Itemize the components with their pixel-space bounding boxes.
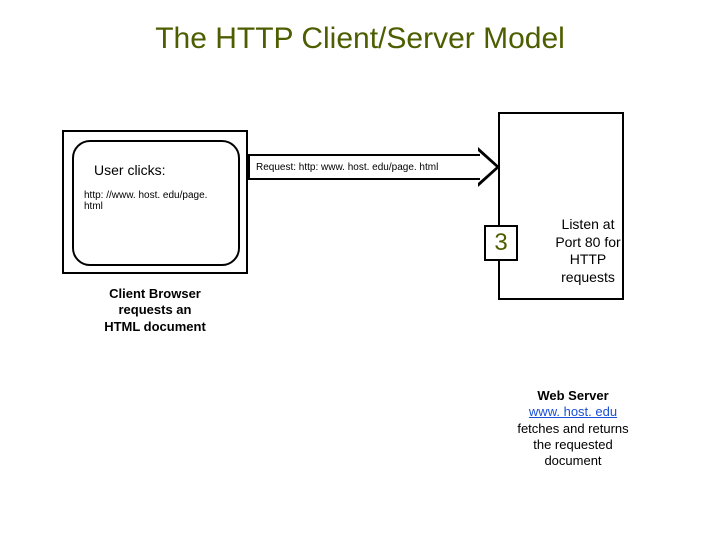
server-caption: Web Server www. host. edu fetches and re… <box>498 388 648 469</box>
listen-line: Port 80 for <box>540 234 636 252</box>
listen-line: Listen at <box>540 216 636 234</box>
clicked-url: http: //www. host. edu/page. html <box>84 190 228 212</box>
request-label: Request: http: www. host. edu/page. html <box>256 162 438 173</box>
server-caption-line: document <box>498 453 648 469</box>
step-badge-3: 3 <box>484 225 518 261</box>
client-caption: Client Browser requests an HTML document <box>62 286 248 335</box>
request-arrow: Request: http: www. host. edu/page. html <box>248 154 480 180</box>
server-caption-title: Web Server <box>498 388 648 404</box>
client-bubble: User clicks: http: //www. host. edu/page… <box>72 140 240 266</box>
listen-line: HTTP <box>540 251 636 269</box>
listen-line: requests <box>540 269 636 287</box>
client-caption-line: requests an <box>62 302 248 318</box>
server-listen-text: Listen at Port 80 for HTTP requests <box>540 216 636 286</box>
client-caption-line: Client Browser <box>62 286 248 302</box>
server-caption-line: the requested <box>498 437 648 453</box>
slide-title: The HTTP Client/Server Model <box>0 22 720 56</box>
server-caption-line: fetches and returns <box>498 421 648 437</box>
client-caption-line: HTML document <box>62 319 248 335</box>
server-caption-link: www. host. edu <box>498 404 648 420</box>
request-arrow-head-fill <box>478 151 496 183</box>
client-browser-box: User clicks: http: //www. host. edu/page… <box>62 130 248 274</box>
user-clicks-label: User clicks: <box>84 162 228 178</box>
